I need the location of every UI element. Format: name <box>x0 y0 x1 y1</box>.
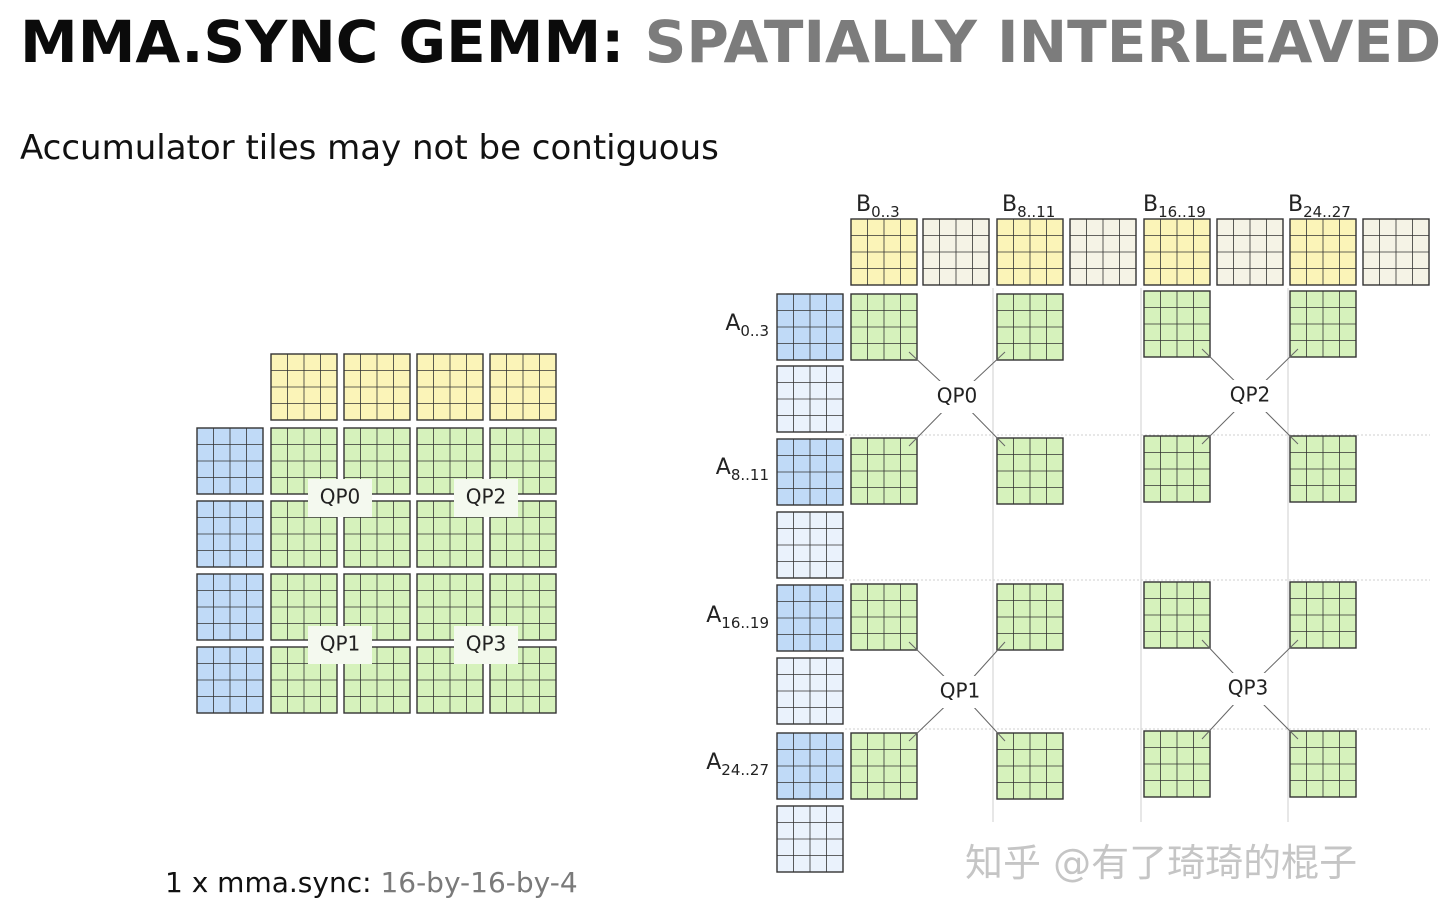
a-tile-5 <box>776 657 844 725</box>
b-tile-4 <box>1143 218 1211 286</box>
qp-label-qp1: QP1 <box>940 679 981 703</box>
b-label-0: B0..3 <box>856 192 900 221</box>
left-a-tile-1 <box>196 500 264 568</box>
left-b-tile-1 <box>343 353 411 421</box>
left-diagram: QP0 QP2 QP1 QP3 <box>196 353 557 714</box>
left-a-tile-3 <box>196 646 264 714</box>
acc-tile-b0-c0-r1 <box>850 437 918 505</box>
left-b-tile-2 <box>416 353 484 421</box>
gemm-diagram: QP0 QP2 QP1 QP3 QP0 QP2 QP1 QP3 B0..3 B8..11 B16.… <box>196 192 1430 873</box>
footer-label: 1 x mma.sync: <box>165 866 372 899</box>
left-quad-label-qp2: QP2 <box>454 479 518 517</box>
b-label-2: B16..19 <box>1143 192 1206 221</box>
left-quad-text: QP0 <box>320 485 361 509</box>
b-label-1: B8..11 <box>1002 192 1055 221</box>
b-tile-7 <box>1362 218 1430 286</box>
acc-tile-b1-c3-r1 <box>1289 730 1357 798</box>
footer-caption: 1 x mma.sync: 16-by-16-by-4 <box>165 866 578 899</box>
a-label-1: A8..11 <box>716 455 769 484</box>
a-tile-3 <box>776 511 844 579</box>
acc-tile-b1-c0-r0 <box>850 583 918 651</box>
b-tile-1 <box>922 218 990 286</box>
acc-tile-b1-c2-r1 <box>1143 730 1211 798</box>
qp-label-qp0: QP0 <box>937 384 978 408</box>
acc-tile-b1-c0-r1 <box>850 732 918 800</box>
acc-tile-b0-c2-r0 <box>1143 290 1211 358</box>
left-quad-text: QP2 <box>466 485 507 509</box>
qp-label-qp2: QP2 <box>1230 383 1271 407</box>
a-label-2: A16..19 <box>706 603 769 632</box>
acc-tile-b1-c3-r0 <box>1289 581 1357 649</box>
left-a-tile-2 <box>196 573 264 641</box>
b-tile-6 <box>1289 218 1357 286</box>
left-b-tile-3 <box>489 353 557 421</box>
a-tile-1 <box>776 365 844 433</box>
a-tile-0 <box>776 293 844 361</box>
acc-tile-b0-c1-r0 <box>996 293 1064 361</box>
qp-group-qp3: QP3 <box>1201 639 1299 740</box>
footer-shape: 16-by-16-by-4 <box>380 866 578 899</box>
left-b-tile-0 <box>270 353 338 421</box>
a-label-0: A0..3 <box>725 311 769 340</box>
b-tile-5 <box>1216 218 1284 286</box>
a-tile-6 <box>776 732 844 800</box>
a-tile-7 <box>776 805 844 873</box>
qp-group-qp1: QP1 <box>908 641 1006 742</box>
left-quad-label-qp0: QP0 <box>308 479 372 517</box>
qp-label-qp3: QP3 <box>1228 676 1269 700</box>
left-quad-text: QP1 <box>320 632 361 656</box>
acc-tile-b0-c2-r1 <box>1143 435 1211 503</box>
left-quad-label-qp1: QP1 <box>308 626 372 664</box>
left-quad-text: QP3 <box>466 632 507 656</box>
acc-tile-b0-c1-r1 <box>996 437 1064 505</box>
a-label-3: A24..27 <box>706 750 769 779</box>
b-tile-3 <box>1069 218 1137 286</box>
right-diagram: QP0 QP2 QP1 QP3 B0..3 B8..11 B16..19 B24..27 A0.… <box>706 192 1430 873</box>
acc-tile-b0-c3-r1 <box>1289 435 1357 503</box>
acc-tile-b1-c1-r0 <box>996 583 1064 651</box>
acc-tile-b1-c2-r0 <box>1143 581 1211 649</box>
b-tile-0 <box>850 218 918 286</box>
acc-tile-b0-c3-r0 <box>1289 290 1357 358</box>
qp-group-qp2: QP2 <box>1201 348 1299 445</box>
acc-tile-b0-c0-r0 <box>850 293 918 361</box>
watermark-text: 知乎 @有了琦琦的棍子 <box>965 841 1358 885</box>
left-quad-label-qp3: QP3 <box>454 626 518 664</box>
qp-group-qp0: QP0 <box>908 351 1006 447</box>
a-tile-2 <box>776 438 844 506</box>
a-tile-4 <box>776 584 844 652</box>
acc-tile-b1-c1-r1 <box>996 732 1064 800</box>
b-tile-2 <box>996 218 1064 286</box>
b-label-3: B24..27 <box>1288 192 1351 221</box>
left-a-tile-0 <box>196 427 264 495</box>
